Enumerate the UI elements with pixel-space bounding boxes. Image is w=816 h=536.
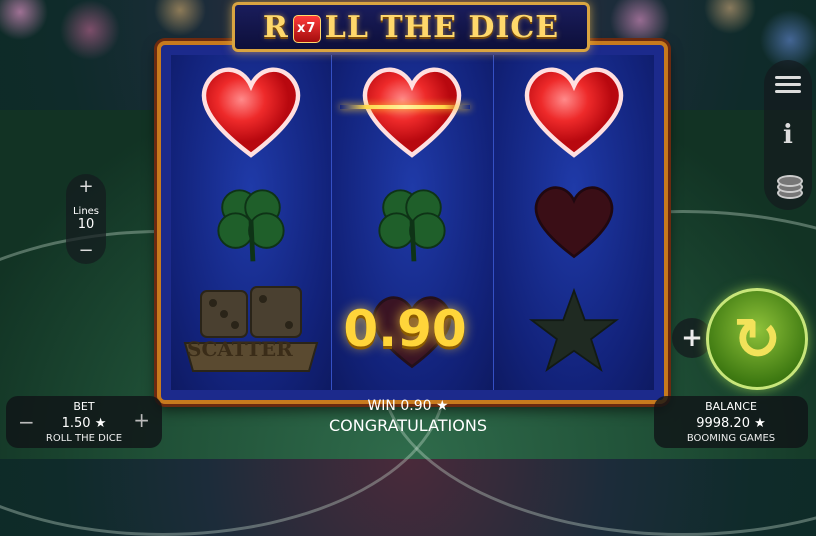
coins-icon[interactable] [775,173,803,199]
balance-value: 9998.20 ★ [696,416,766,431]
symbol-heart-icon [494,55,654,167]
lines-decrease-button[interactable]: − [78,242,93,260]
lines-increase-button[interactable]: + [78,178,93,196]
congratulations-text: CONGRATULATIONS [329,416,487,435]
bet-label: BET [73,400,95,413]
game-logo: Rx7 LL THE DICE [232,2,590,52]
symbol-clover-icon [332,165,492,277]
spin-button[interactable]: ↻ [706,288,808,390]
symbol-heart-dark-icon [494,165,654,277]
side-menu: i [764,60,812,210]
symbol-heart-icon [332,55,492,167]
symbol-heart-icon [171,55,331,167]
spin-arrow-icon: ↻ [732,305,782,373]
game-name: ROLL THE DICE [45,433,123,444]
info-icon[interactable]: i [783,120,793,150]
win-amount: 0.90 [343,300,467,358]
win-message: WIN 0.90 ★ CONGRATULATIONS [258,398,558,435]
logo-title: Rx7 LL THE DICE [262,9,560,45]
bet-panel: − + BET 1.50 ★ ROLL THE DICE [6,396,162,448]
winning-payline [340,105,470,109]
win-text: WIN 0.90 ★ [367,398,449,414]
symbol-star-dark-icon [494,275,654,387]
lines-label: Lines [72,206,100,217]
balance-label: BALANCE [705,400,757,413]
reel-3 [493,55,654,390]
symbol-clover-icon [171,165,331,277]
balance-panel: BALANCE 9998.20 ★ BOOMING GAMES [654,396,808,448]
bet-value: 1.50 ★ [61,416,107,431]
lines-selector: + Lines 10 − [66,174,106,264]
reel-1: SCATTER [171,55,333,390]
scatter-label: SCATTER [187,337,293,361]
provider-name: BOOMING GAMES [686,433,776,444]
dice-icon: x7 [292,14,321,43]
symbol-scatter-dice-icon: SCATTER [171,275,331,387]
menu-icon[interactable] [775,72,801,97]
lines-value: 10 [77,217,95,232]
